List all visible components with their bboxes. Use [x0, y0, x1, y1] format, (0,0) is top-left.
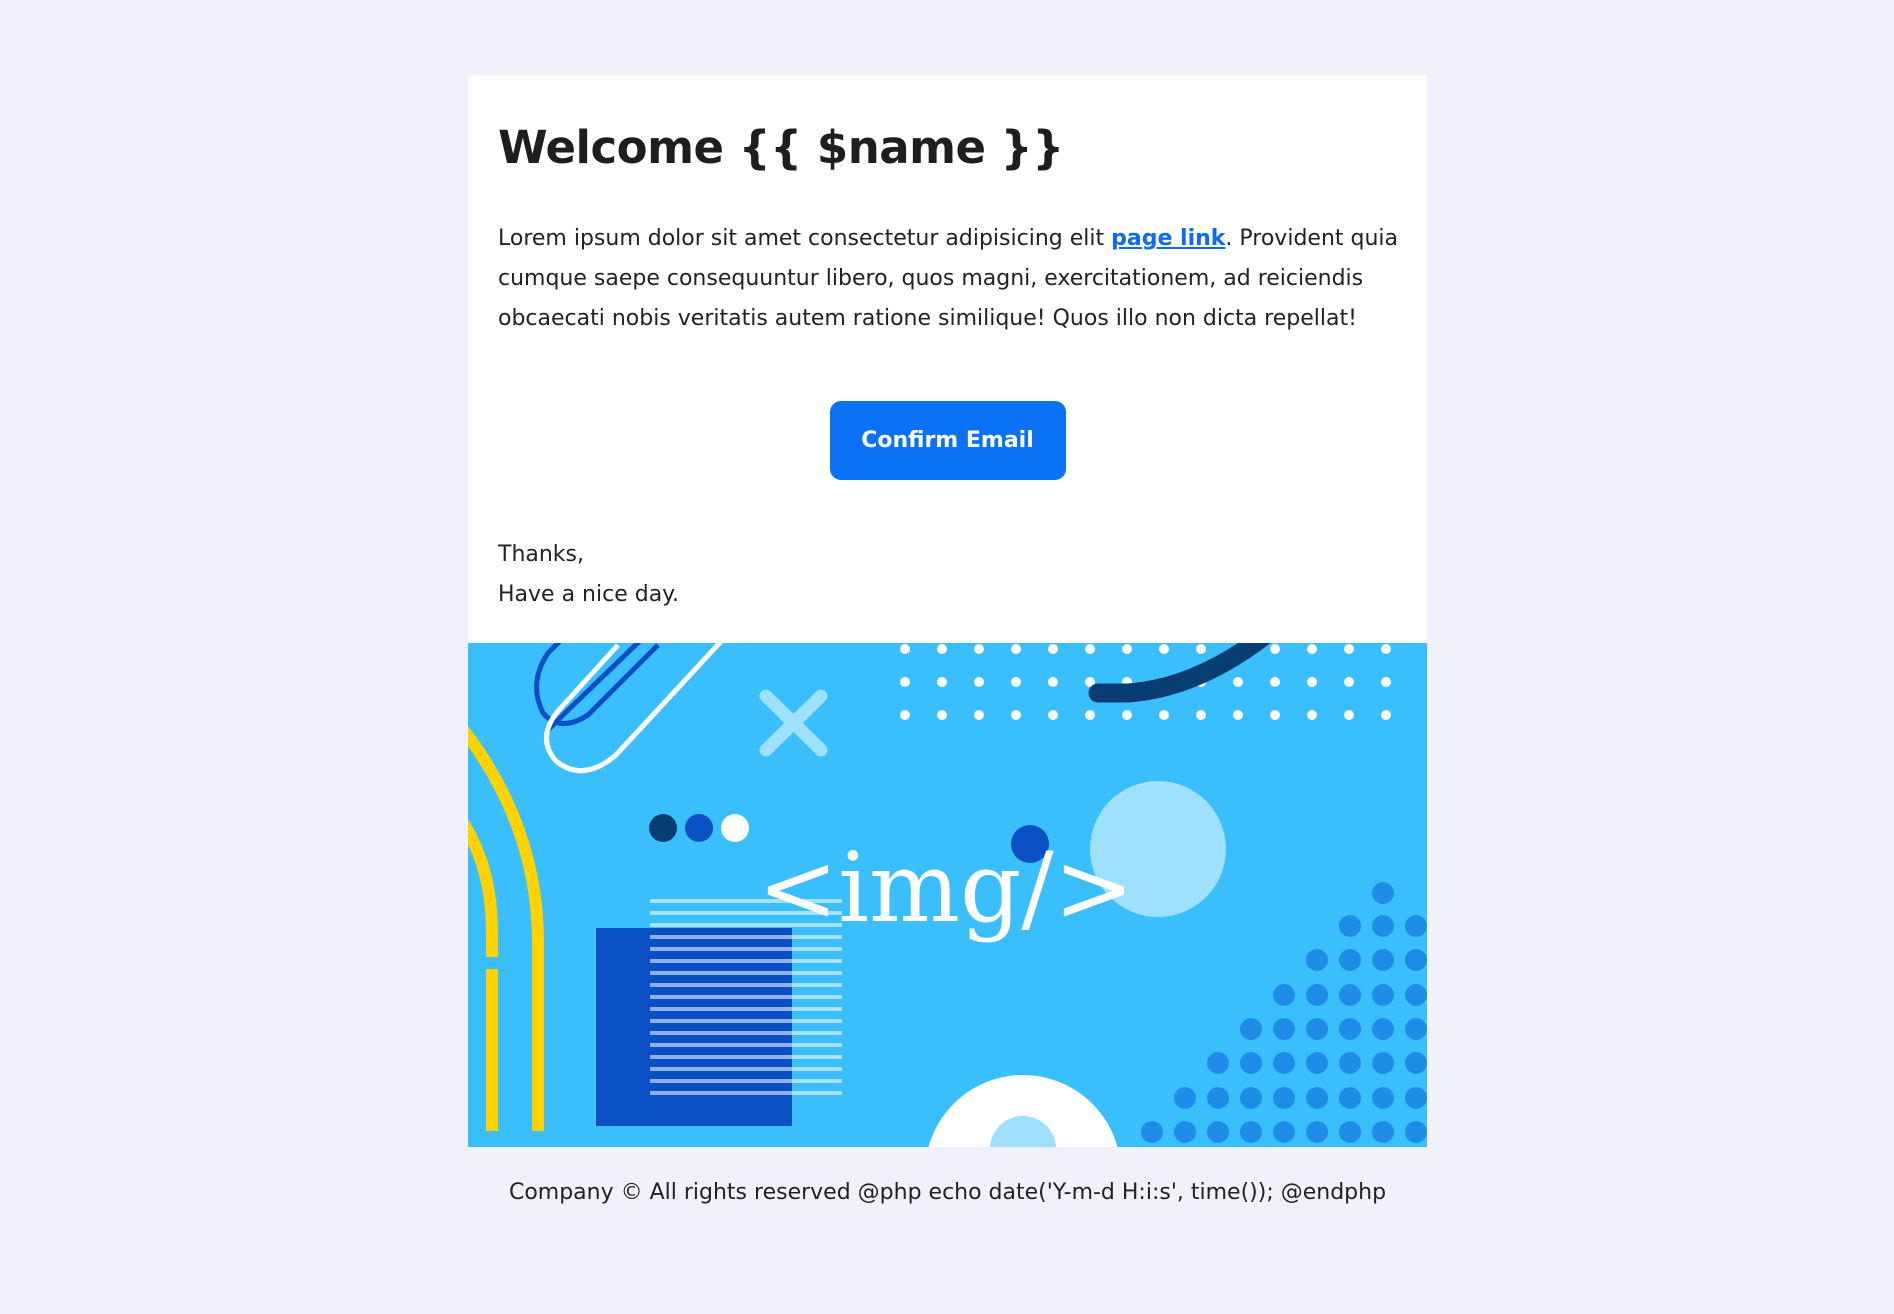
- white-dot: [721, 814, 749, 842]
- button-row: Confirm Email: [468, 401, 1427, 480]
- email-title: Welcome {{ $name }}: [498, 121, 1064, 174]
- signoff-nice-day: Have a nice day.: [498, 582, 680, 607]
- img-placeholder-text: <img/>: [758, 832, 1134, 944]
- signoff: Thanks, Have a nice day.: [498, 535, 679, 615]
- email-body-paragraph: Lorem ipsum dolor sit amet consectetur a…: [498, 219, 1398, 339]
- dark-dot: [649, 814, 677, 842]
- email-content: Welcome {{ $name }} Lorem ipsum dolor si…: [468, 75, 1427, 643]
- signoff-thanks: Thanks,: [498, 542, 585, 567]
- email-card: Welcome {{ $name }} Lorem ipsum dolor si…: [468, 75, 1427, 1147]
- banner-image: <img/>: [468, 643, 1427, 1147]
- paragraph-text-before-link: Lorem ipsum dolor sit amet consectetur a…: [498, 226, 1112, 251]
- blue-square: [596, 928, 792, 1126]
- blue-dot: [685, 814, 713, 842]
- footer-text: Company © All rights reserved @php echo …: [508, 1180, 1387, 1205]
- confirm-email-button[interactable]: Confirm Email: [829, 401, 1066, 480]
- page-link[interactable]: page link: [1111, 226, 1225, 251]
